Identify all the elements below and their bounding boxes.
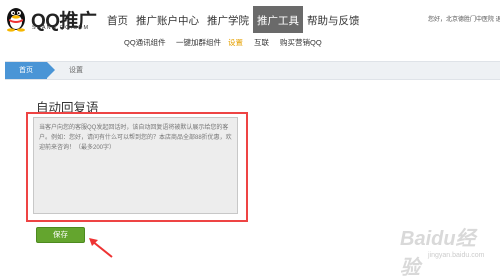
red-arrow-annotation [89, 238, 113, 258]
nav-tools[interactable]: 推广工具 [253, 6, 303, 33]
breadcrumb: 首页 设置 [5, 61, 500, 80]
breadcrumb-home[interactable]: 首页 [5, 62, 47, 79]
nav-academy[interactable]: 推广学院 [203, 6, 253, 33]
baidu-watermark: Baidu经验 jingyan.baidu.com [380, 210, 495, 279]
subnav-qq-component[interactable]: QQ通讯组件 [124, 37, 166, 48]
main-nav: 首页 推广账户中心 推广学院 推广工具 帮助与反馈 [103, 6, 364, 33]
watermark-site: jingyan.baidu.com [428, 252, 485, 259]
save-button[interactable]: 保存 [36, 227, 85, 243]
qq-penguin-icon [7, 8, 25, 32]
subnav-settings[interactable]: 设置 [228, 37, 243, 48]
subnav-connect[interactable]: 互联 [254, 37, 269, 48]
auto-reply-input[interactable] [33, 117, 238, 214]
brand-domain: SHANG.QQ.COM [32, 25, 90, 31]
reply-highlight-box [26, 112, 248, 222]
watermark-brand: Baidu经验 [400, 228, 476, 279]
top-header: QQ推广 SHANG.QQ.COM 首页 推广账户中心 推广学院 推广工具 帮助… [0, 0, 500, 33]
subnav-buy-marketing-qq[interactable]: 购买营销QQ [280, 37, 322, 48]
user-greeting: 您好，北京德胜门中医院 退 [428, 17, 500, 23]
nav-account-center[interactable]: 推广账户中心 [132, 6, 203, 33]
sub-nav: QQ通讯组件 一键加群组件 设置 互联 购买营销QQ [0, 33, 500, 50]
breadcrumb-arrow-icon [47, 62, 55, 78]
nav-home[interactable]: 首页 [103, 6, 132, 33]
nav-help-feedback[interactable]: 帮助与反馈 [303, 6, 364, 33]
subnav-join-group-component[interactable]: 一键加群组件 [176, 37, 221, 48]
breadcrumb-current: 设置 [69, 67, 83, 74]
